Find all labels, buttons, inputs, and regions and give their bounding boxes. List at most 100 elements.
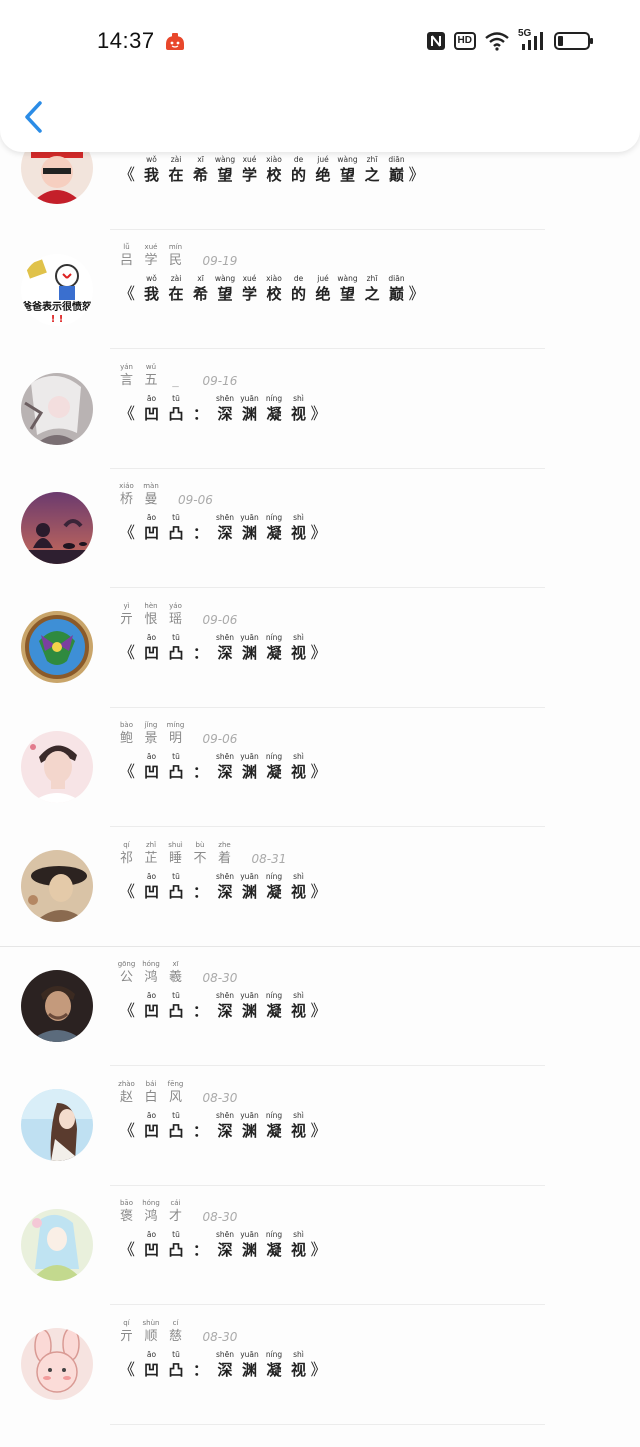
avatar-dragon-badge[interactable]	[21, 611, 93, 683]
avatar-young-man-pink[interactable]	[21, 731, 93, 803]
pinyin: āo	[146, 1350, 157, 1359]
book-title-line[interactable]: 《 āo 凹 tū 凸 ： shēn 深 yuān 渊 níng 凝 shì 视》	[119, 746, 327, 782]
pinyin: wǒ	[146, 274, 157, 283]
pinyin: tū	[172, 394, 180, 403]
pinyin: yuān	[240, 991, 259, 1000]
pinyin: shēn	[216, 1230, 235, 1239]
hanzi: 深	[217, 1241, 233, 1259]
hanzi: 深	[217, 1122, 233, 1140]
avatar-man-portrait[interactable]	[21, 970, 93, 1042]
title-close-bracket: 》	[310, 643, 327, 662]
pinyin: wàng	[214, 155, 236, 164]
avatar-girl-blue-sky[interactable]	[21, 1089, 93, 1161]
hanzi: 我	[144, 285, 160, 303]
name-char: _	[163, 362, 188, 390]
row-divider	[110, 468, 545, 469]
pinyin: shēn	[216, 394, 235, 403]
avatar-white-hair-character[interactable]	[21, 373, 93, 445]
title-char: shì 视	[286, 1230, 311, 1260]
hanzi: 凸	[168, 763, 184, 781]
hanzi: 的	[291, 166, 307, 184]
list-item[interactable]: xiáo 桥 màn 曼 09-06 《 āo 凹 tū 凸： shēn 深 yuān 渊 níng 凝 shì…	[0, 482, 640, 610]
avatar-buddha-dusk[interactable]	[21, 492, 93, 564]
title-open-bracket: 《	[119, 1121, 136, 1140]
avatar-hat-woman-sepia[interactable]	[21, 850, 93, 922]
pinyin: shì	[293, 752, 304, 761]
pinyin: níng	[265, 1230, 283, 1239]
list-item[interactable]: yì 亓 hèn 恨 yáo 瑶 09-06 《 āo 凹 tū 凸： shēn 深 yuān 渊 níng 凝 s…	[0, 602, 640, 730]
title-char: wǒ 我	[139, 274, 164, 304]
pinyin: āo	[146, 394, 157, 403]
nfc-icon	[426, 31, 446, 51]
hanzi: 凝	[266, 1122, 282, 1140]
book-title-line[interactable]: 《 wǒ 我 zài 在 xī 希 wàng 望 xué 学 xiào 校 de 的 jué 绝 wàng 望 zhī…	[119, 149, 425, 185]
book-title-line[interactable]: 《 āo 凹 tū 凸 ： shēn 深 yuān 渊 níng 凝 shì 视》	[119, 627, 327, 663]
title-char: shēn 深	[213, 513, 238, 543]
title-char: wàng 望	[213, 155, 238, 185]
book-title-line[interactable]: 《 āo 凹 tū 凸 ： shēn 深 yuān 渊 níng 凝 shì 视》	[119, 866, 327, 902]
title-char: yuān 渊	[237, 1230, 262, 1260]
book-title-line[interactable]: 《 wǒ 我 zài 在 xī 希 wàng 望 xué 学 xiào 校 de 的 jué 绝 wàng 望 zhī…	[119, 268, 425, 304]
avatar-pink-rabbit[interactable]	[21, 1328, 93, 1400]
pinyin: níng	[265, 394, 283, 403]
title-char: ：	[188, 1230, 213, 1260]
title-char: diān 巅	[384, 274, 409, 304]
book-title-line[interactable]: 《 āo 凹 tū 凸 ： shēn 深 yuān 渊 níng 凝 shì 视》	[119, 388, 327, 424]
hanzi: 视	[291, 883, 307, 901]
list-item[interactable]: qí 亓 shùn 顺 cí 慈 08-30 《 āo 凹 tū 凸： shēn 深 yuān 渊 níng 凝 s…	[0, 1319, 640, 1447]
pinyin: níng	[265, 513, 283, 522]
hanzi: 凹	[144, 883, 160, 901]
list-item[interactable]: bāo 褒 hóng 鸿 cái 才 08-30 《 āo 凹 tū 凸： shēn 深 yuān 渊 níng…	[0, 1199, 640, 1327]
title-char: ：	[188, 991, 213, 1021]
hanzi: 学	[242, 166, 258, 184]
name-char: hèn 恨	[139, 601, 164, 629]
title-char: zhī 之	[360, 155, 385, 185]
pinyin: zài	[170, 274, 182, 283]
hanzi: 渊	[242, 1241, 258, 1259]
pinyin: zài	[170, 155, 182, 164]
list-item[interactable]: bào 鲍 jǐng 景 míng 明 09-06 《 āo 凹 tū 凸： shēn 深 yuān 渊 nín…	[0, 721, 640, 849]
book-title-line[interactable]: 《 āo 凹 tū 凸 ： shēn 深 yuān 渊 níng 凝 shì 视》	[119, 1344, 327, 1380]
hanzi: 校	[266, 285, 282, 303]
avatar-meme-cartoon[interactable]: 爸爸表示很愤怒! !	[21, 254, 93, 326]
pinyin: yuān	[240, 633, 259, 642]
hanzi: 渊	[242, 1361, 258, 1379]
hanzi: 深	[217, 763, 233, 781]
svg-text:! !: ! !	[51, 314, 64, 325]
wifi-icon	[484, 31, 510, 51]
title-char: níng 凝	[262, 394, 287, 424]
pinyin: hèn	[144, 602, 158, 610]
list-item[interactable]: gōng 公 hóng 鸿 xī 羲 08-30 《 āo 凹 tū 凸： shēn 深 yuān 渊 níng…	[0, 960, 640, 1088]
hanzi: ：	[193, 883, 209, 901]
book-title-line[interactable]: 《 āo 凹 tū 凸 ： shēn 深 yuān 渊 níng 凝 shì 视》	[119, 985, 327, 1021]
hanzi: ：	[193, 1361, 209, 1379]
title-close-bracket: 》	[408, 165, 425, 184]
title-char: shēn 深	[213, 991, 238, 1021]
back-button[interactable]	[20, 98, 50, 136]
pinyin: shēn	[216, 991, 235, 1000]
pinyin: yuān	[240, 394, 259, 403]
pinyin: zhī	[366, 155, 378, 164]
list-item[interactable]: yán 言 wǔ 五 _ 09-16 《 āo 凹 tū 凸： shēn 深 yuān 渊 níng 凝 shì 视…	[0, 363, 640, 491]
avatar-caption: 爸爸表示很愤怒	[21, 300, 92, 313]
pinyin: hóng	[142, 960, 160, 968]
list-item[interactable]: zhào 赵 bái 白 fēng 风 08-30 《 āo 凹 tū 凸： shēn 深 yuān 渊 nín…	[0, 1080, 640, 1208]
book-title-line[interactable]: 《 āo 凹 tū 凸 ： shēn 深 yuān 渊 níng 凝 shì 视》	[119, 1224, 327, 1260]
title-char: shì 视	[286, 752, 311, 782]
hanzi: 视	[291, 763, 307, 781]
pinyin: shēn	[216, 872, 235, 881]
pinyin: shì	[293, 991, 304, 1000]
title-char: shì 视	[286, 1111, 311, 1141]
book-title-line[interactable]: 《 āo 凹 tū 凸 ： shēn 深 yuān 渊 níng 凝 shì 视》	[119, 507, 327, 543]
pinyin: jǐng	[144, 721, 158, 729]
list-item[interactable]: qí 祁 zhǐ 芷 shuì 睡 bù 不 zhe 着 08-31 《 āo 凹 tū 凸： shēn 深 yuā…	[0, 841, 640, 969]
book-title-line[interactable]: 《 āo 凹 tū 凸 ： shēn 深 yuān 渊 níng 凝 shì 视》	[119, 1105, 327, 1141]
hd-icon: HD	[453, 32, 476, 50]
user-name-line: zhào 赵 bái 白 fēng 风 08-30	[114, 1077, 237, 1107]
pinyin: fēng	[167, 1080, 184, 1088]
pinyin: āo	[146, 1111, 157, 1120]
avatar-anime-green[interactable]	[21, 1209, 93, 1281]
hanzi: 巅	[389, 285, 405, 303]
list-item[interactable]: 爸爸表示很愤怒! ! lǚ 吕 xué 学 mín 民 09-19 《 wǒ 我 zài 在 xī 希 wàn…	[0, 243, 640, 371]
row-divider	[110, 229, 545, 230]
